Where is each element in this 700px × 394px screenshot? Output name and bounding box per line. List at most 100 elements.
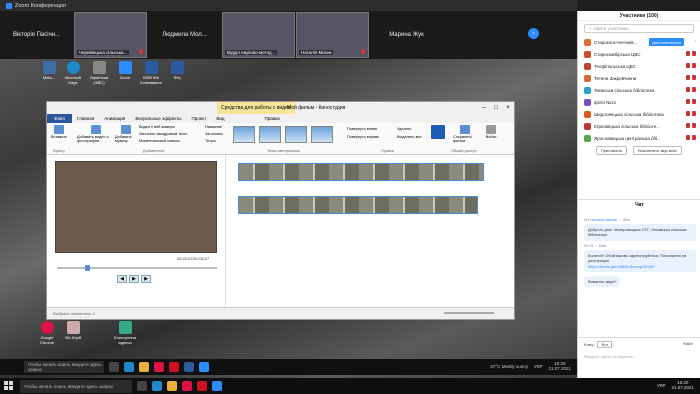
participant-search-input[interactable]: ⌕ Найти участника	[584, 24, 694, 33]
zoom-icon[interactable]	[212, 381, 222, 391]
title-button[interactable]: Название	[205, 125, 222, 129]
add-video-button[interactable]: Добавить видео и фотографии	[77, 125, 115, 143]
signin-button[interactable]: Войти	[483, 125, 499, 139]
participant-row[interactable]: Тетяна Закревчинна	[578, 72, 700, 84]
folder-icon[interactable]	[167, 381, 177, 391]
windows-start-icon[interactable]	[4, 381, 13, 390]
language-indicator[interactable]: УКР	[534, 364, 542, 369]
participant-row[interactable]: Тиниська сільська бібліотека	[578, 84, 700, 96]
rotate-left-button[interactable]: Повернуть влево	[347, 127, 377, 131]
mute-all-button[interactable]: Выключить звук всех	[633, 146, 683, 155]
clock[interactable]: 16:20 21.07.2021	[671, 380, 694, 390]
tab-file[interactable]: Файл	[47, 114, 73, 123]
opera-icon[interactable]	[169, 362, 179, 372]
from-label: От	[584, 242, 589, 248]
participant-row[interactable]: Теофіпольська ЦБС	[578, 60, 700, 72]
participant-row[interactable]: Староконстянтинів... Дополнительно ›	[578, 36, 700, 48]
taskbar-search[interactable]: Чтобы начать поиск, введите здесь запрос	[20, 379, 132, 393]
save-movie-button[interactable]: Сохранить фильм	[453, 125, 477, 143]
recipient-select[interactable]: Все	[597, 341, 613, 348]
file-button[interactable]: Файл	[683, 341, 693, 346]
timeline-track[interactable]	[238, 196, 478, 214]
word-icon[interactable]	[184, 362, 194, 372]
task-view-icon[interactable]	[109, 362, 119, 372]
desktop-icon-label: Meta...	[42, 75, 56, 80]
theme-thumb[interactable]	[233, 126, 255, 143]
registration-link[interactable]: https://forms.gle/vMkSnSzmopXKVB7	[588, 264, 655, 269]
onedrive-button[interactable]	[431, 125, 445, 140]
shared-taskbar-search[interactable]: Чтобы начать поиск, введите здесь запрос	[24, 361, 104, 373]
timeline-track[interactable]	[238, 163, 484, 181]
video-tile[interactable]: Чернівецька сільська...	[74, 12, 147, 58]
video-tile[interactable]: Людмила Мол...	[148, 12, 221, 58]
zoom-slider[interactable]	[444, 312, 494, 314]
video-tile[interactable]: Відділ науково-метод...	[222, 12, 295, 58]
video-preview[interactable]	[55, 161, 217, 253]
invite-button[interactable]: Пригласить	[595, 146, 628, 155]
desktop-icon[interactable]: ФА Юрій	[62, 321, 84, 340]
theme-thumb[interactable]	[311, 126, 333, 143]
select-all-button[interactable]: Выделить все	[397, 135, 422, 139]
participant-row[interactable]: Старосамбірська ЦБС	[578, 48, 700, 60]
caption-button[interactable]: Заголовок	[205, 132, 223, 136]
video-tile[interactable]: Наталія Мисик	[296, 12, 369, 58]
credits-button[interactable]: Титры	[205, 139, 216, 143]
zoom-icon[interactable]	[199, 362, 209, 372]
webcam-button[interactable]: Видео с веб-камеры	[139, 125, 175, 129]
next-page-arrow-icon[interactable]: ›	[528, 28, 539, 39]
voiceover-button[interactable]: Записать закадровый текст	[139, 132, 188, 136]
video-tile[interactable]: Марина Жук	[370, 12, 443, 58]
chrome-icon	[40, 321, 54, 334]
desktop-icon[interactable]: Електронна адреса	[114, 321, 136, 345]
chrome-icon[interactable]	[154, 362, 164, 372]
desktop-icon[interactable]: Zoom	[114, 61, 136, 80]
tab-animation[interactable]: Анимация	[99, 116, 130, 121]
theme-thumb[interactable]	[285, 126, 307, 143]
desktop-icon[interactable]: Українські (ФВС)	[88, 61, 110, 85]
clock[interactable]: 16:20 21.07.2021	[548, 361, 571, 371]
context-tab-video-tools[interactable]: Средства для работы с видео	[217, 102, 295, 114]
edge-icon[interactable]	[152, 381, 162, 391]
next-frame-icon[interactable]: ▶	[141, 275, 151, 283]
close-icon[interactable]: ×	[502, 102, 514, 114]
participant-row[interactable]: Шидловецька сільська бібліотека	[578, 108, 700, 120]
theme-thumb[interactable]	[259, 126, 281, 143]
tile-name: Наталія Мисик	[299, 50, 334, 55]
folder-icon[interactable]	[139, 362, 149, 372]
desktop-icon[interactable]: Google Chrome	[36, 321, 58, 345]
weather-label[interactable]: 37°C Mostly sunny	[490, 364, 528, 369]
language-indicator[interactable]: УКР	[657, 383, 665, 388]
chrome-icon[interactable]	[182, 381, 192, 391]
paste-button[interactable]: Вставить	[51, 125, 67, 139]
edge-icon[interactable]	[124, 362, 134, 372]
more-options-button[interactable]: Дополнительно	[649, 38, 684, 46]
snapshot-button[interactable]: Моментальный снимок	[139, 139, 180, 143]
play-icon[interactable]: ▶	[129, 275, 139, 283]
delete-button[interactable]: Удалить	[397, 127, 412, 131]
mic-muted-icon	[686, 135, 690, 140]
tab-visual-effects[interactable]: Визуальные эффекты	[130, 116, 186, 121]
maximize-icon[interactable]: □	[490, 102, 502, 114]
video-tile[interactable]: Вікторія Пасічн...	[0, 12, 73, 58]
minimize-icon[interactable]: –	[478, 102, 490, 114]
desktop-icon[interactable]: ВІ/ВТ/ВК Копіювання	[140, 61, 162, 85]
rotate-right-button[interactable]: Повернуть вправо	[347, 135, 379, 139]
add-music-button[interactable]: Добавить музыку	[115, 125, 137, 143]
task-view-icon[interactable]	[137, 381, 147, 391]
tab-project[interactable]: Проект	[187, 116, 212, 121]
desktop-icon[interactable]: Meta...	[38, 61, 60, 80]
prev-frame-icon[interactable]: ◀	[117, 275, 127, 283]
tab-edit[interactable]: Правка	[260, 116, 285, 121]
tab-view[interactable]: Вид	[211, 116, 229, 121]
desktop-icon[interactable]: Microsoft Edge	[62, 61, 84, 85]
participant-row[interactable]: філія №14	[578, 96, 700, 108]
tab-home[interactable]: Главная	[72, 116, 99, 121]
seek-knob[interactable]	[85, 265, 90, 271]
message-input[interactable]: Введите здесь сообщение...	[584, 354, 695, 359]
participant-row[interactable]: Юрковецька сільська бібліоте...	[578, 120, 700, 132]
desktop-icon[interactable]: ФІЦ	[166, 61, 188, 80]
opera-icon[interactable]	[197, 381, 207, 391]
seek-bar[interactable]	[57, 265, 217, 271]
chevron-right-icon[interactable]: ›	[695, 38, 696, 43]
participant-row[interactable]: Ярославицька центральна біб...	[578, 132, 700, 144]
